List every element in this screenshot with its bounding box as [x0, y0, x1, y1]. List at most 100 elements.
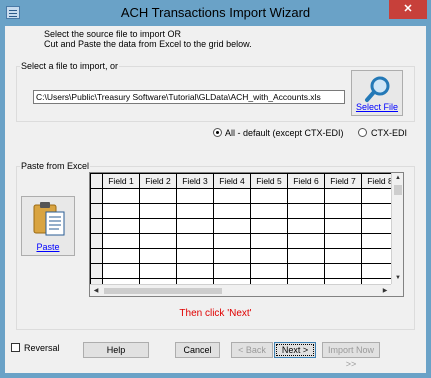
instructions: Select the source file to import OR Cut … — [44, 29, 252, 49]
column-header[interactable]: Field 4 — [213, 173, 251, 189]
import-wizard-window: ACH Transactions Import Wizard ✕ Select … — [0, 0, 431, 378]
row-header-cell[interactable] — [90, 203, 103, 219]
grid-cell[interactable] — [250, 248, 288, 264]
close-button[interactable]: ✕ — [389, 0, 427, 19]
grid-cell[interactable] — [287, 218, 325, 234]
wizard-body: Select the source file to import OR Cut … — [5, 26, 426, 373]
column-header[interactable]: Field 3 — [176, 173, 214, 189]
grid-cell[interactable] — [176, 233, 214, 249]
row-header-cell[interactable] — [90, 248, 103, 264]
grid-cell[interactable] — [102, 263, 140, 279]
grid-cell[interactable] — [250, 233, 288, 249]
grid-vertical-scrollbar[interactable]: ▲ ▼ — [391, 173, 403, 284]
grid-cell[interactable] — [213, 203, 251, 219]
reversal-label: Reversal — [24, 343, 60, 353]
paste-grid[interactable]: Field 1 Field 2 Field 3 Field 4 Field 5 … — [89, 172, 404, 297]
grid-cell[interactable] — [324, 218, 362, 234]
column-header[interactable]: Field 5 — [250, 173, 288, 189]
grid-cell[interactable] — [324, 263, 362, 279]
grid-cell[interactable] — [324, 203, 362, 219]
grid-cell[interactable] — [324, 233, 362, 249]
row-header-cell[interactable] — [90, 263, 103, 279]
select-file-label: Select File — [355, 102, 399, 112]
grid-cell[interactable] — [139, 233, 177, 249]
grid-cell[interactable] — [139, 263, 177, 279]
import-now-button[interactable]: Import Now >> — [322, 342, 380, 369]
grid-cell[interactable] — [176, 218, 214, 234]
clipboard-icon — [33, 202, 65, 236]
radio-all-default[interactable] — [213, 128, 222, 137]
grid-cell[interactable] — [176, 188, 214, 204]
grid-cell[interactable] — [287, 263, 325, 279]
grid-table: Field 1 Field 2 Field 3 Field 4 Field 5 … — [90, 173, 399, 294]
next-button[interactable]: Next > — [274, 342, 316, 358]
column-header[interactable]: Field 1 — [102, 173, 140, 189]
scroll-left-arrow-icon[interactable]: ◀ — [90, 286, 102, 296]
column-header[interactable]: Field 2 — [139, 173, 177, 189]
grid-cell[interactable] — [139, 203, 177, 219]
window-title: ACH Transactions Import Wizard — [120, 5, 311, 20]
grid-cell[interactable] — [102, 233, 140, 249]
grid-cell[interactable] — [213, 248, 251, 264]
grid-cell[interactable] — [250, 218, 288, 234]
magnifier-icon — [365, 76, 390, 102]
select-file-button[interactable]: Select File — [351, 70, 403, 116]
back-button[interactable]: < Back — [231, 342, 273, 358]
horizontal-scroll-thumb[interactable] — [104, 288, 222, 294]
grid-cell[interactable] — [324, 188, 362, 204]
grid-cell[interactable] — [102, 248, 140, 264]
radio-ctx-edi[interactable] — [358, 128, 367, 137]
paste-label: Paste — [36, 242, 60, 252]
grid-cell[interactable] — [176, 263, 214, 279]
grid-cell[interactable] — [287, 188, 325, 204]
scroll-down-arrow-icon[interactable]: ▼ — [392, 273, 403, 283]
grid-cell[interactable] — [287, 203, 325, 219]
next-hint: Then click 'Next' — [179, 308, 252, 319]
row-header-cell[interactable] — [90, 188, 103, 204]
grid-header-row: Field 1 Field 2 Field 3 Field 4 Field 5 … — [90, 173, 399, 189]
table-row — [90, 218, 399, 234]
table-row — [90, 263, 399, 279]
grid-cell[interactable] — [139, 248, 177, 264]
radio-all-default-label: All - default (except CTX-EDI) — [225, 128, 344, 138]
grid-cell[interactable] — [102, 218, 140, 234]
cancel-button[interactable]: Cancel — [175, 342, 220, 358]
grid-cell[interactable] — [213, 218, 251, 234]
table-row — [90, 248, 399, 264]
grid-cell[interactable] — [213, 188, 251, 204]
grid-cell[interactable] — [176, 248, 214, 264]
column-header[interactable]: Field 6 — [287, 173, 325, 189]
table-row — [90, 188, 399, 204]
grid-corner-cell — [90, 173, 103, 189]
grid-cell[interactable] — [102, 188, 140, 204]
row-header-cell[interactable] — [90, 218, 103, 234]
table-row — [90, 203, 399, 219]
reversal-checkbox[interactable] — [11, 343, 20, 352]
help-button[interactable]: Help — [83, 342, 149, 358]
scroll-right-arrow-icon[interactable]: ▶ — [379, 286, 391, 296]
file-path-input[interactable] — [33, 90, 345, 104]
column-header[interactable]: Field 7 — [324, 173, 362, 189]
grid-cell[interactable] — [213, 263, 251, 279]
grid-cell[interactable] — [213, 233, 251, 249]
paste-group-label: Paste from Excel — [20, 161, 91, 171]
vertical-scroll-thumb[interactable] — [394, 185, 402, 195]
grid-cell[interactable] — [324, 248, 362, 264]
grid-horizontal-scrollbar[interactable]: ◀ ▶ — [90, 284, 391, 296]
grid-cell[interactable] — [287, 248, 325, 264]
grid-cell[interactable] — [287, 233, 325, 249]
file-select-group-label: Select a file to import, or — [20, 61, 120, 71]
grid-cell[interactable] — [102, 203, 140, 219]
grid-cell[interactable] — [250, 188, 288, 204]
row-header-cell[interactable] — [90, 233, 103, 249]
grid-cell[interactable] — [139, 218, 177, 234]
grid-cell[interactable] — [250, 263, 288, 279]
title-bar[interactable]: ACH Transactions Import Wizard ✕ — [0, 0, 431, 26]
instruction-line-1: Select the source file to import OR — [44, 29, 182, 39]
scroll-up-arrow-icon[interactable]: ▲ — [392, 173, 403, 183]
radio-ctx-edi-label: CTX-EDI — [371, 128, 407, 138]
grid-cell[interactable] — [139, 188, 177, 204]
grid-cell[interactable] — [176, 203, 214, 219]
grid-cell[interactable] — [250, 203, 288, 219]
paste-button[interactable]: Paste — [21, 196, 75, 256]
